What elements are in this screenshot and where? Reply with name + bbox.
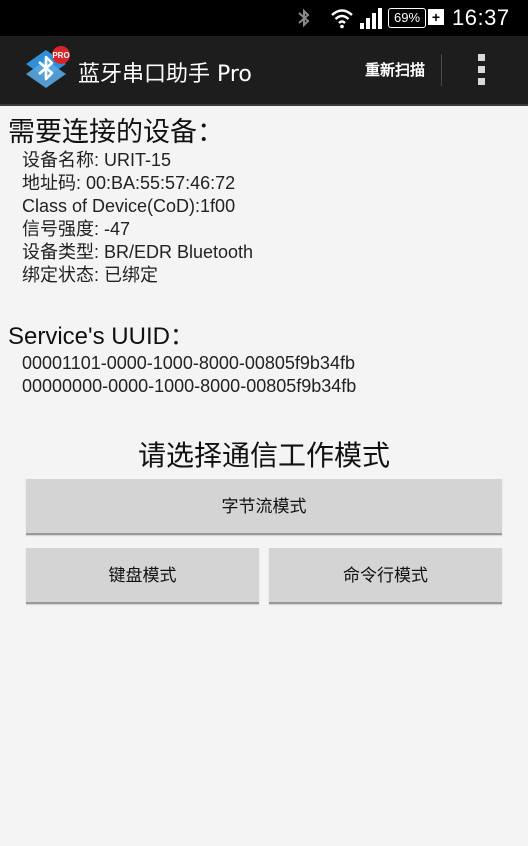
uuid-item: 00000000-0000-1000-8000-00805f9b34fb — [22, 376, 357, 396]
command-line-mode-button[interactable]: 命令行模式 — [269, 548, 502, 604]
bluetooth-logo-icon: PRO — [26, 46, 70, 88]
signal-strength: 信号强度: -47 — [22, 219, 131, 239]
device-type: 设备类型: BR/EDR Bluetooth — [22, 242, 254, 262]
byte-stream-mode-button[interactable]: 字节流模式 — [26, 479, 502, 535]
keyboard-mode-button[interactable]: 键盘模式 — [26, 548, 259, 604]
uuid-item: 00001101-0000-1000-8000-00805f9b34fb — [22, 353, 355, 373]
rescan-button[interactable]: 重新扫描 — [350, 48, 440, 92]
overflow-menu-icon[interactable] — [464, 50, 500, 90]
action-divider — [441, 54, 442, 86]
signal-icon — [360, 8, 382, 29]
battery-level: 69% — [388, 8, 426, 28]
status-bar: 69% + 16:37 — [0, 0, 528, 36]
action-bar: PRO 蓝牙串口助手 Pro 重新扫描 — [0, 36, 528, 106]
device-info-list: 设备名称: URIT-15 地址码: 00:BA:55:57:46:72 Cla… — [22, 149, 253, 287]
battery-charging-indicator: + — [428, 9, 444, 25]
battery-icon: 69% + — [388, 8, 444, 28]
mode-prompt: 请选择通信工作模式 — [137, 439, 390, 472]
app-title: 蓝牙串口助手 Pro — [78, 62, 252, 87]
pro-badge: PRO — [52, 51, 69, 60]
wifi-icon — [331, 9, 353, 29]
device-class: Class of Device(CoD):1f00 — [22, 196, 236, 216]
device-section-heading: 需要连接的设备： — [8, 117, 224, 148]
uuid-section-heading: Service's UUID： — [8, 323, 194, 350]
bluetooth-icon — [298, 8, 310, 28]
uuid-list: 00001101-0000-1000-8000-00805f9b34fb 000… — [22, 352, 356, 398]
bond-state: 绑定状态: 已绑定 — [22, 265, 159, 285]
status-time: 16:37 — [452, 5, 510, 30]
device-name: 设备名称: URIT-15 — [22, 150, 172, 170]
device-address: 地址码: 00:BA:55:57:46:72 — [22, 173, 236, 193]
